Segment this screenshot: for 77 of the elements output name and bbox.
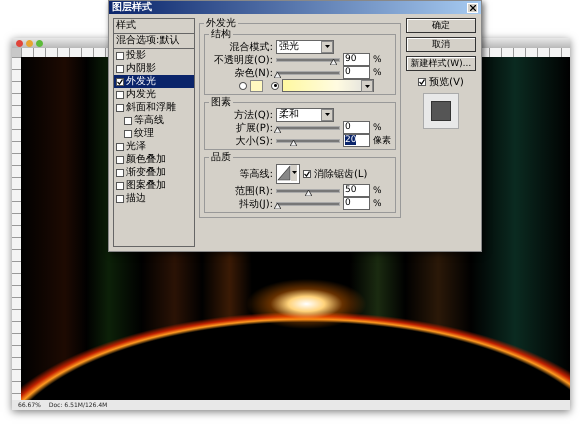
slider-thumb[interactable]: [305, 188, 312, 194]
unit-label: %: [373, 68, 382, 78]
caret-icon: [364, 84, 370, 88]
unit-label: %: [373, 122, 382, 132]
slider-label: 扩展(P):: [234, 122, 273, 134]
value-field[interactable]: 0: [343, 121, 370, 134]
style-checkbox[interactable]: [116, 168, 124, 176]
style-checkbox[interactable]: [116, 52, 124, 60]
style-preview: [423, 93, 459, 129]
slider-label: 不透明度(O):: [212, 54, 273, 66]
style-list-item[interactable]: 图案叠加: [114, 179, 194, 192]
style-list-item[interactable]: 斜面和浮雕: [114, 101, 194, 114]
dialog-title: 图层样式: [112, 1, 152, 14]
slider-label: 大小(S):: [234, 134, 273, 148]
blend-mode-label: 混合模式:: [228, 40, 273, 54]
slider-thumb[interactable]: [274, 200, 281, 206]
style-list-item[interactable]: 纹理: [114, 127, 194, 140]
style-checkbox[interactable]: [116, 64, 124, 72]
slider-label: 范围(R):: [234, 184, 273, 198]
style-list-item[interactable]: 等高线: [114, 114, 194, 127]
unit-label: 像素: [373, 134, 391, 147]
style-list-item[interactable]: 内发光: [114, 88, 194, 101]
slider-thumb[interactable]: [274, 70, 281, 76]
unit-label: %: [373, 54, 382, 64]
fill-radio[interactable]: [271, 82, 279, 90]
anti-alias-checkbox[interactable]: [303, 170, 311, 178]
method-label: 方法(Q):: [232, 108, 273, 122]
style-list-item[interactable]: 颜色叠加: [114, 153, 194, 166]
slider-thumb[interactable]: [274, 124, 281, 130]
value-field[interactable]: 50: [343, 184, 370, 197]
dialog-button[interactable]: 新建样式(W)...: [406, 56, 476, 71]
style-checkbox[interactable]: [124, 130, 132, 138]
value-field[interactable]: 90: [343, 53, 370, 66]
styles-header[interactable]: 样式: [114, 19, 194, 34]
dialog-button[interactable]: 取消: [406, 37, 476, 52]
anti-alias-label: 消除锯齿(L): [314, 168, 368, 180]
style-list-item[interactable]: 内阴影: [114, 62, 194, 75]
blend-mode-dropdown[interactable]: 强光: [276, 40, 334, 54]
caret-icon: [292, 171, 296, 174]
method-dropdown[interactable]: 柔和: [276, 108, 334, 122]
style-checkbox[interactable]: [116, 90, 124, 98]
preview-label: 预览(V): [429, 76, 464, 89]
style-checkbox[interactable]: [116, 182, 124, 190]
preview-checkbox[interactable]: [418, 78, 426, 86]
unit-label: %: [373, 186, 382, 196]
style-list-item[interactable]: 外发光: [114, 75, 194, 88]
blend-options-item[interactable]: 混合选项:默认: [114, 34, 194, 49]
style-checkbox[interactable]: [116, 78, 124, 86]
value-field[interactable]: 20: [343, 134, 370, 147]
style-checkbox[interactable]: [116, 142, 124, 150]
panel-title: 外发光: [205, 18, 237, 29]
fill-radio[interactable]: [239, 82, 247, 90]
contour-label: 等高线:: [238, 168, 273, 180]
slider-label: 抖动(J):: [238, 198, 273, 210]
gradient-picker[interactable]: [282, 79, 374, 92]
contour-picker[interactable]: [276, 164, 300, 184]
color-swatch[interactable]: [250, 80, 263, 92]
group-title: 结构: [210, 29, 232, 40]
slider-label: 杂色(N):: [233, 66, 273, 80]
dialog-button[interactable]: 确定: [406, 18, 476, 33]
value-field[interactable]: 0: [343, 66, 370, 79]
style-checkbox[interactable]: [116, 104, 124, 112]
style-list-item[interactable]: 光泽: [114, 140, 194, 153]
group-title: 图素: [210, 97, 232, 108]
value-field[interactable]: 0: [343, 197, 370, 210]
style-checkbox[interactable]: [116, 156, 124, 164]
close-icon[interactable]: [16, 40, 23, 46]
style-checkbox[interactable]: [116, 194, 124, 202]
unit-label: %: [373, 198, 382, 208]
style-list-item[interactable]: 投影: [114, 49, 194, 62]
group-title: 品质: [210, 152, 232, 163]
close-button[interactable]: [467, 2, 478, 12]
caret-icon: [324, 113, 330, 116]
style-list-item[interactable]: 描边: [114, 192, 194, 205]
style-list-item[interactable]: 渐变叠加: [114, 166, 194, 179]
slider-thumb[interactable]: [290, 138, 296, 144]
style-checkbox[interactable]: [124, 116, 132, 124]
